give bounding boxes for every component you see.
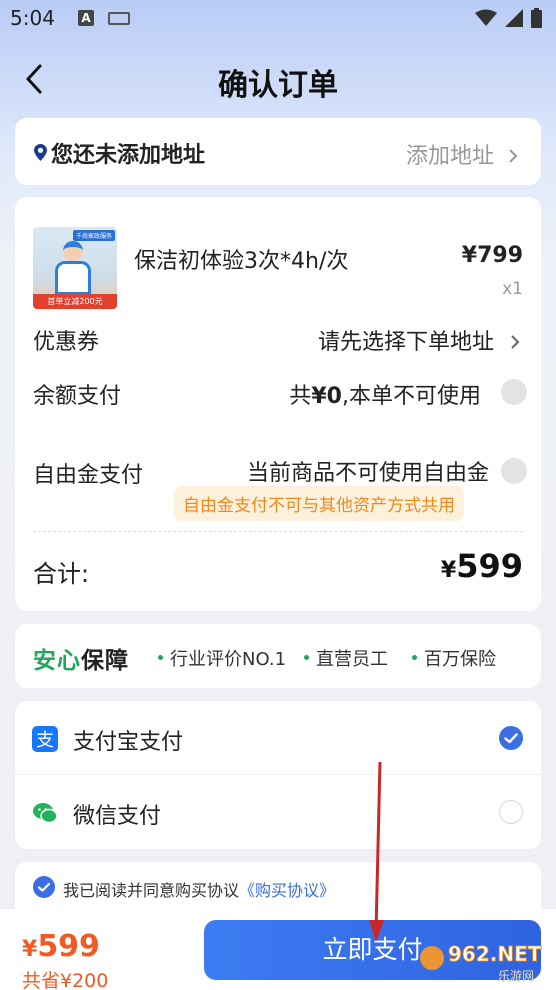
thumb-person-body	[55, 261, 91, 295]
alipay-check[interactable]	[499, 726, 523, 750]
svg-text:乐游网: 乐游网	[498, 969, 534, 983]
annotation-arrow-icon	[369, 761, 384, 942]
wechat-label: 微信支付	[73, 804, 162, 829]
svg-text:962.NET: 962.NET	[448, 942, 542, 966]
agreement-checkbox[interactable]	[33, 876, 55, 898]
keyboard-icon	[108, 12, 130, 25]
product-quantity: x1	[502, 279, 523, 299]
alipay-label: 支付宝支付	[73, 730, 184, 755]
guarantee-item: 百万保险	[412, 645, 496, 671]
check-icon	[504, 733, 518, 744]
alipay-icon: 支	[32, 726, 58, 752]
payment-methods-card: 支 支付宝支付 微信支付	[15, 701, 541, 849]
guarantee-title-part1: 安心	[33, 648, 81, 674]
nav-bar: 确认订单	[0, 50, 556, 110]
savings-text: 共省¥200	[22, 970, 109, 990]
thumb-brand-badge: 千尚家政服务	[72, 230, 115, 241]
address-empty-text: 您还未添加地址	[51, 143, 206, 168]
order-card: 千尚家政服务 首单立减200元 保洁初体验3次*4h/次 ¥799 x1 优惠券…	[15, 197, 541, 611]
site-watermark-logo: 962.NET 乐游网	[420, 942, 542, 983]
bottom-total: ¥599	[22, 929, 100, 964]
total-currency: ¥	[440, 558, 457, 583]
balance-radio[interactable]	[501, 379, 527, 405]
status-time: 5:04	[10, 6, 55, 30]
coupon-value: 请先选择下单地址	[317, 330, 494, 355]
agreement-text: 我已阅读并同意购买协议《购买协议》	[63, 877, 335, 901]
coupon-selector[interactable]: 请先选择下单地址	[318, 324, 521, 356]
balance-note-prefix: 共	[289, 384, 312, 409]
chevron-right-icon	[511, 335, 520, 349]
agreement-link[interactable]: 《购买协议》	[239, 881, 335, 900]
status-icons	[475, 8, 542, 28]
thumb-discount-badge: 首单立减200元	[33, 294, 117, 309]
balance-amount: ¥0	[311, 384, 342, 409]
location-pin-icon	[34, 144, 47, 161]
wifi-icon	[475, 9, 497, 26]
balance-note: 共¥0,本单不可使用	[289, 378, 481, 410]
bottom-currency: ¥	[22, 937, 38, 962]
divider	[33, 531, 523, 532]
svg-text:支: 支	[36, 730, 54, 751]
guarantee-title: 安心保障	[33, 641, 129, 675]
free-fund-label: 自由金支付	[33, 463, 144, 488]
status-bar: 5:04 A	[0, 0, 556, 38]
guarantee-item: 直营员工	[304, 645, 388, 671]
total-label: 合计:	[33, 560, 90, 588]
chevron-right-icon	[509, 149, 518, 163]
total-amount: ¥599	[441, 547, 523, 585]
product-name: 保洁初体验3次*4h/次	[134, 249, 349, 274]
total-number: 599	[456, 547, 523, 585]
product-thumbnail: 千尚家政服务 首单立减200元	[33, 227, 117, 309]
accessibility-icon: A	[78, 10, 94, 26]
agreement-statement: 我已阅读并同意购买协议	[63, 881, 240, 900]
free-fund-note: 当前商品不可使用自由金	[246, 461, 489, 486]
coupon-label: 优惠券	[33, 330, 100, 355]
wechat-check[interactable]	[499, 800, 523, 824]
signal-icon	[505, 9, 523, 27]
guarantee-card: 安心保障 行业评价NO.1 直营员工 百万保险	[15, 624, 541, 688]
add-address-link[interactable]: 添加地址	[406, 138, 519, 170]
thumb-person-head	[63, 241, 83, 261]
page-title: 确认订单	[218, 68, 338, 103]
free-fund-tip: 自由金支付不可与其他资产方式共用	[174, 486, 464, 521]
guarantee-item: 行业评价NO.1	[158, 645, 286, 671]
check-icon	[37, 882, 51, 892]
guarantee-title-part2: 保障	[81, 648, 129, 674]
add-address-label: 添加地址	[405, 144, 494, 169]
balance-label: 余额支付	[33, 384, 122, 409]
free-fund-radio[interactable]	[501, 458, 527, 484]
battery-icon	[531, 8, 542, 28]
payment-option-wechat[interactable]: 微信支付	[15, 775, 541, 849]
address-card[interactable]: 您还未添加地址 添加地址	[15, 118, 541, 185]
bottom-amount: 599	[37, 929, 100, 964]
product-price: ¥799	[461, 243, 523, 268]
balance-note-suffix: ,本单不可使用	[342, 384, 481, 409]
wechat-icon	[33, 803, 58, 824]
payment-option-alipay[interactable]: 支 支付宝支付	[15, 701, 541, 775]
